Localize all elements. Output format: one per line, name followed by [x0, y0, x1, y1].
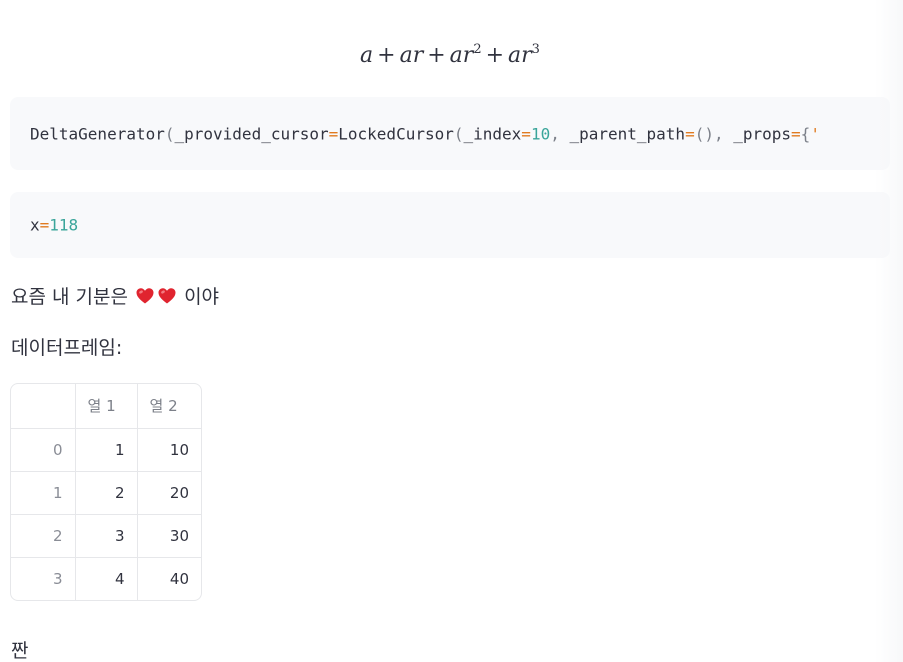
table-row: 0 1 10 [11, 428, 201, 472]
row-index-cell[interactable]: 0 [11, 428, 76, 472]
latex-term: ar [449, 43, 474, 68]
code-token: _provided_cursor [174, 124, 329, 143]
table-header-row: 열 1 열 2 [11, 384, 201, 429]
latex-operator: + [377, 43, 396, 68]
latex-exponent: 3 [531, 42, 540, 57]
code-line: DeltaGenerator(_provided_cursor=LockedCu… [30, 124, 820, 143]
code-token: ( [164, 124, 175, 143]
code-token: x [30, 215, 40, 235]
mood-prefix: 요즘 내 기분은 [11, 286, 128, 308]
code-token: { [800, 124, 811, 143]
latex-term: ar [399, 43, 424, 68]
table-cell[interactable]: 2 [75, 471, 138, 515]
code-token: = [791, 124, 801, 143]
code-token: (), [694, 124, 734, 143]
table-cell[interactable]: 4 [75, 557, 138, 600]
code-token: , [550, 124, 570, 143]
code-token: ' [810, 124, 820, 143]
latex-exponent: 2 [473, 42, 482, 57]
column-header[interactable]: 열 2 [137, 384, 201, 429]
code-token: DeltaGenerator [30, 124, 165, 143]
code-token: _index [463, 124, 522, 143]
row-index-cell[interactable]: 2 [11, 514, 76, 558]
latex-term: ar [508, 43, 532, 68]
code-token: = [328, 124, 339, 143]
latex-term: a [360, 43, 374, 68]
column-header-index[interactable] [11, 384, 76, 429]
heart-emoji-icon [136, 288, 154, 304]
code-token: LockedCursor [338, 124, 454, 143]
table-row: 2 3 30 [11, 514, 201, 558]
code-token: 118 [49, 215, 79, 235]
column-header[interactable]: 열 1 [75, 384, 138, 429]
latex-operator: + [485, 43, 505, 68]
code-block-delta-generator[interactable]: DeltaGenerator(_provided_cursor=LockedCu… [10, 97, 890, 170]
latex-operator: + [427, 43, 446, 68]
code-line: x=118 [30, 216, 78, 235]
table-cell[interactable]: 1 [75, 428, 138, 472]
code-token: 10 [530, 124, 551, 143]
table-cell[interactable]: 10 [137, 428, 201, 472]
table-cell[interactable]: 20 [137, 471, 201, 515]
table-cell[interactable]: 40 [137, 557, 201, 600]
dataframe-table[interactable]: 열 1 열 2 0 1 10 1 2 20 2 3 30 3 4 40 [10, 383, 202, 601]
row-index-cell[interactable]: 3 [11, 557, 76, 600]
row-index-cell[interactable]: 1 [11, 471, 76, 515]
code-token: = [39, 215, 50, 235]
table-cell[interactable]: 30 [137, 514, 201, 558]
table-row: 3 4 40 [11, 557, 201, 600]
code-token: = [685, 124, 695, 143]
code-token: = [521, 124, 531, 143]
table-cell[interactable]: 3 [75, 514, 138, 558]
mood-suffix: 이야 [184, 286, 220, 308]
dataframe-label: 데이터프레임: [11, 337, 123, 359]
bottom-text: 짠 [11, 640, 29, 662]
heart-emoji-icon [158, 288, 176, 304]
code-token: _parent_path [569, 124, 686, 143]
streamlit-page: a + ar + ar2 + ar3 DeltaGenerator(_provided_cu… [0, 0, 903, 662]
table-row: 1 2 20 [11, 471, 201, 515]
latex-formula: a + ar + ar2 + ar3 [0, 42, 900, 68]
code-block-x-value[interactable]: x=118 [10, 192, 890, 258]
code-token: ( [453, 124, 464, 143]
mood-text: 요즘 내 기분은 이야 [11, 282, 219, 309]
code-token: _props [733, 124, 792, 143]
